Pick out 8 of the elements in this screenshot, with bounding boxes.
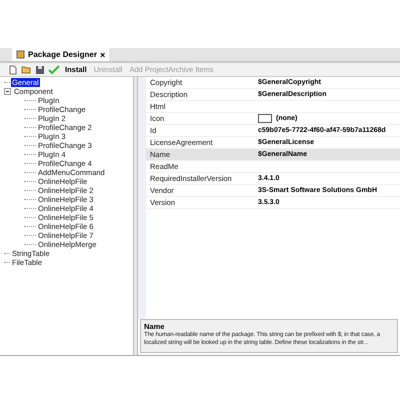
icon-preview	[258, 114, 272, 123]
package-icon	[16, 50, 25, 59]
tab-title: Package Designer	[28, 50, 97, 59]
checkmark-icon[interactable]	[48, 64, 60, 74]
package-designer-tab[interactable]: Package Designer ×	[12, 48, 110, 61]
save-icon[interactable]	[35, 64, 45, 74]
collapse-icon[interactable]	[4, 88, 11, 95]
close-button[interactable]: ×	[100, 50, 106, 60]
